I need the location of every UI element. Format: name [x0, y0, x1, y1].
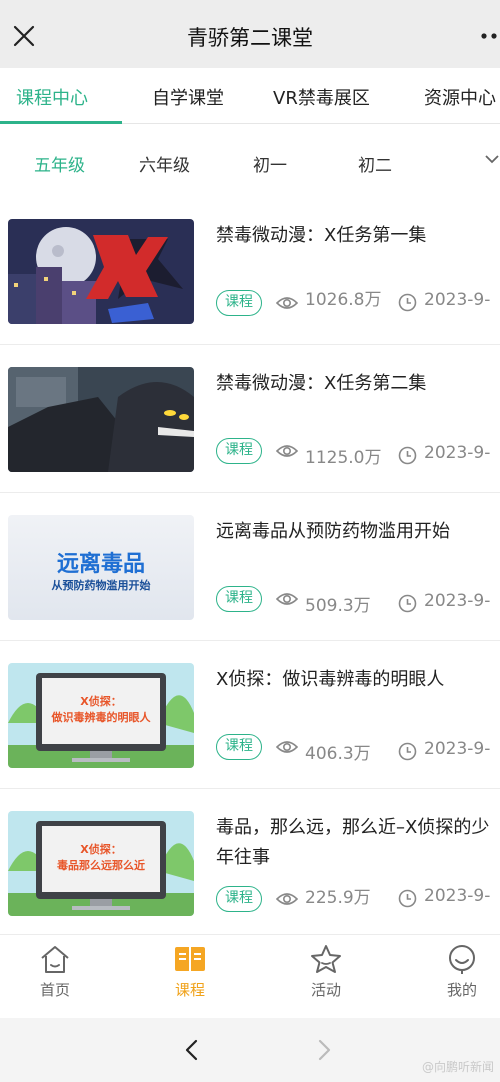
- publish-date: 2023-9-: [424, 290, 491, 310]
- nav-home[interactable]: 首页: [0, 935, 115, 1019]
- grade-filter: 五年级 六年级 初一 初二: [0, 125, 500, 197]
- tab-self-study[interactable]: 自学课堂: [152, 84, 224, 110]
- course-thumbnail[interactable]: 远离毒品 从预防药物滥用开始: [8, 515, 194, 620]
- thumbnail-text: X侦探：: [80, 842, 121, 856]
- list-item[interactable]: 禁毒微动漫：X任务第二集 课程 1125.0万 2023-9-: [0, 345, 500, 493]
- publish-date: 2023-9-: [424, 886, 491, 906]
- course-title[interactable]: 禁毒微动漫：X任务第二集: [216, 369, 500, 399]
- page-title: 青骄第二课堂: [187, 26, 313, 50]
- course-badge: 课程: [216, 886, 262, 912]
- title-bar: 青骄第二课堂: [0, 0, 500, 68]
- nav-course-label: 课程: [174, 981, 205, 999]
- back-arrow-icon[interactable]: [182, 1038, 202, 1062]
- list-item[interactable]: 远离毒品 从预防药物滥用开始 远离毒品从预防药物滥用开始 课程 509.3万 2…: [0, 493, 500, 641]
- eye-icon: [276, 741, 298, 753]
- star-icon: [311, 945, 341, 973]
- course-thumbnail[interactable]: [8, 219, 194, 324]
- course-badge: 课程: [216, 438, 262, 464]
- course-title[interactable]: X侦探：做识毒辨毒的明眼人: [216, 665, 500, 695]
- clock-icon: [398, 446, 417, 465]
- course-title[interactable]: 远离毒品从预防药物滥用开始: [216, 517, 500, 547]
- bottom-nav: 首页 课程 活动 我的: [0, 934, 500, 1018]
- course-title[interactable]: 毒品，那么远，那么近–X侦探的少年往事: [216, 813, 500, 873]
- list-item[interactable]: 禁毒微动漫：X任务第一集 课程 1026.8万 2023-9-: [0, 197, 500, 345]
- view-count: 1125.0万: [305, 448, 382, 468]
- eye-icon: [276, 893, 298, 905]
- view-count: 406.3万: [305, 744, 371, 764]
- course-thumbnail[interactable]: [8, 367, 194, 472]
- eye-icon: [276, 445, 298, 457]
- nav-activity[interactable]: 活动: [266, 935, 386, 1019]
- tab-bar: 课程中心 自学课堂 VR禁毒展区 资源中心: [0, 68, 500, 124]
- view-count: 509.3万: [305, 596, 371, 616]
- view-count: 1026.8万: [305, 290, 382, 310]
- home-icon: [41, 946, 69, 973]
- grade-junior2[interactable]: 初二: [358, 151, 392, 176]
- thumbnail-text: 毒品那么远那么近: [57, 858, 145, 872]
- clock-icon: [398, 293, 417, 312]
- active-tab-indicator: [0, 121, 122, 124]
- eye-icon: [276, 593, 298, 605]
- tab-course-center[interactable]: 课程中心: [16, 84, 88, 110]
- clock-icon: [398, 889, 417, 908]
- grade-grade6[interactable]: 六年级: [139, 151, 190, 176]
- nav-profile[interactable]: 我的: [402, 935, 500, 1019]
- clock-icon: [398, 742, 417, 761]
- list-item[interactable]: X侦探： 毒品那么远那么近 毒品，那么远，那么近–X侦探的少年往事 课程 225…: [0, 789, 500, 933]
- tab-resource-center[interactable]: 资源中心: [424, 84, 496, 110]
- eye-icon: [276, 297, 298, 309]
- list-item[interactable]: X侦探： 做识毒辨毒的明眼人 X侦探：做识毒辨毒的明眼人 课程 406.3万 2…: [0, 641, 500, 789]
- publish-date: 2023-9-: [424, 739, 491, 759]
- view-count: 225.9万: [305, 888, 371, 908]
- forward-arrow-icon[interactable]: [314, 1038, 334, 1062]
- grade-grade5[interactable]: 五年级: [34, 151, 85, 176]
- more-icon[interactable]: [480, 32, 498, 40]
- book-icon: [175, 947, 205, 971]
- course-thumbnail[interactable]: X侦探： 毒品那么远那么近: [8, 811, 194, 916]
- course-badge: 课程: [216, 734, 262, 760]
- chevron-down-icon[interactable]: [484, 151, 500, 167]
- thumbnail-text: 远离毒品: [57, 551, 145, 577]
- nav-profile-label: 我的: [446, 981, 477, 999]
- browser-bar: @向鹏听新闻: [0, 1018, 500, 1082]
- clock-icon: [398, 594, 417, 613]
- course-thumbnail[interactable]: X侦探： 做识毒辨毒的明眼人: [8, 663, 194, 768]
- watermark: @向鹏听新闻: [421, 1060, 494, 1074]
- smile-icon: [449, 945, 475, 974]
- publish-date: 2023-9-: [424, 591, 491, 611]
- course-badge: 课程: [216, 586, 262, 612]
- thumbnail-text: 做识毒辨毒的明眼人: [51, 710, 152, 724]
- nav-activity-label: 活动: [310, 981, 341, 999]
- thumbnail-text: X侦探：: [80, 694, 121, 708]
- nav-home-label: 首页: [39, 981, 70, 999]
- course-badge: 课程: [216, 290, 262, 316]
- tab-vr-exhibit[interactable]: VR禁毒展区: [273, 84, 370, 110]
- thumbnail-text: 从预防药物滥用开始: [52, 578, 151, 592]
- grade-junior1[interactable]: 初一: [253, 151, 287, 176]
- publish-date: 2023-9-: [424, 443, 491, 463]
- nav-course[interactable]: 课程: [130, 935, 250, 1019]
- course-title[interactable]: 禁毒微动漫：X任务第一集: [216, 221, 500, 251]
